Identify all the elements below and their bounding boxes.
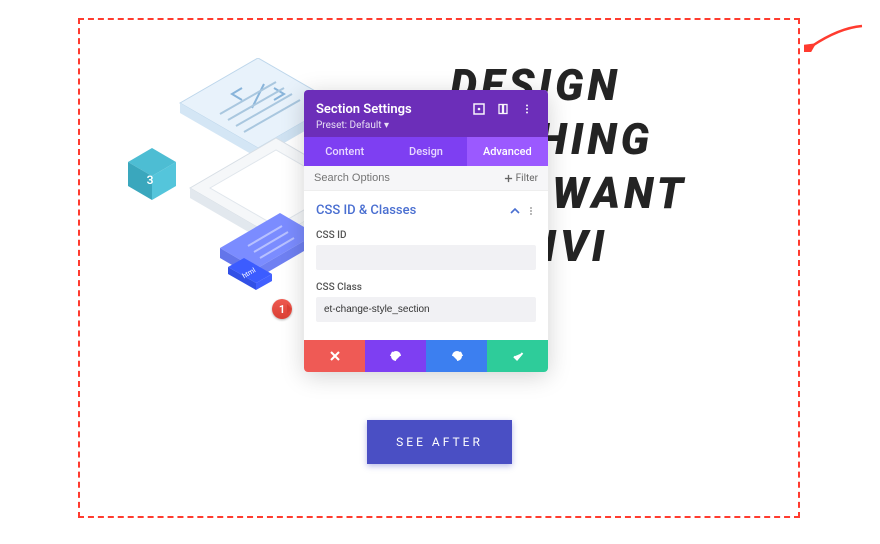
filter-label: Filter — [516, 173, 538, 184]
tab-design[interactable]: Design — [385, 137, 466, 166]
css-id-label: CSS ID — [316, 230, 536, 241]
css-class-input[interactable] — [316, 297, 536, 322]
css-class-label: CSS Class — [316, 282, 536, 293]
modal-footer — [304, 340, 548, 372]
section-settings-modal: Section Settings Preset: Default ▾ Conte… — [304, 90, 548, 372]
cancel-button[interactable] — [304, 340, 365, 372]
more-icon[interactable] — [518, 100, 536, 118]
tab-advanced[interactable]: Advanced — [467, 137, 548, 166]
see-after-button[interactable]: SEE AFTER — [367, 420, 512, 464]
layers-icon[interactable] — [494, 100, 512, 118]
preset-label[interactable]: Preset: Default ▾ — [316, 120, 536, 131]
tab-content[interactable]: Content — [304, 137, 385, 166]
undo-button[interactable] — [365, 340, 426, 372]
callout-marker-1: 1 — [272, 297, 304, 321]
search-row: Filter — [304, 166, 548, 191]
filter-button[interactable]: Filter — [504, 173, 538, 184]
section-css-id-classes[interactable]: CSS ID & Classes — [316, 203, 416, 218]
save-button[interactable] — [487, 340, 548, 372]
search-input[interactable] — [314, 172, 504, 184]
modal-tabs: Content Design Advanced — [304, 137, 548, 166]
modal-header: Section Settings Preset: Default ▾ — [304, 90, 548, 137]
see-after-label: SEE AFTER — [396, 435, 483, 449]
section-more-icon[interactable] — [526, 201, 536, 220]
chevron-up-icon[interactable] — [510, 201, 520, 220]
panel-body: CSS ID & Classes CSS ID CSS Class — [304, 191, 548, 340]
callout-number: 1 — [272, 299, 292, 319]
redo-button[interactable] — [426, 340, 487, 372]
modal-title: Section Settings — [316, 102, 464, 117]
annotation-arrow — [804, 22, 864, 52]
expand-icon[interactable] — [470, 100, 488, 118]
css-id-input[interactable] — [316, 245, 536, 270]
